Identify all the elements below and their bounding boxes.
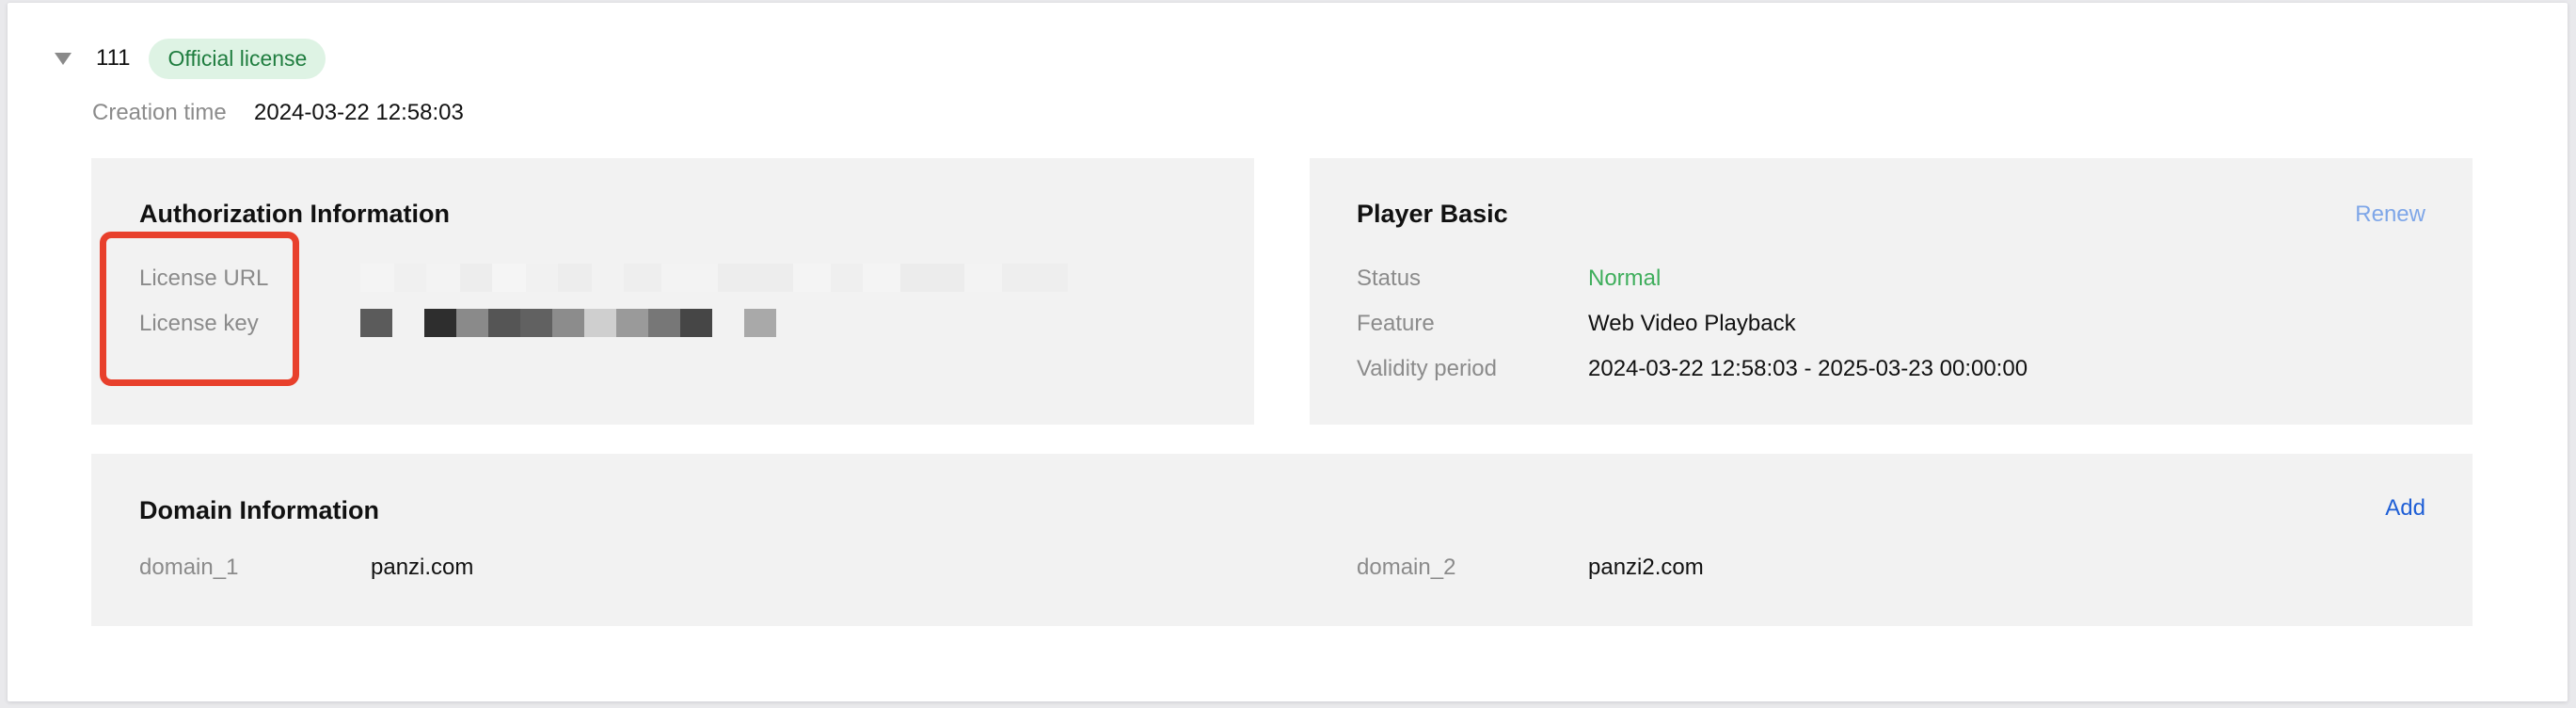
feature-label: Feature bbox=[1357, 311, 1435, 336]
license-url-obscured-value bbox=[360, 264, 1068, 292]
player-basic-panel: Player Basic Renew Status Normal Feature… bbox=[1310, 158, 2473, 425]
add-domain-link[interactable]: Add bbox=[2385, 495, 2425, 522]
status-value: Normal bbox=[1588, 266, 1662, 291]
domain-2-value: panzi2.com bbox=[1588, 555, 1704, 580]
creation-time-value: 2024-03-22 12:58:03 bbox=[254, 100, 464, 125]
feature-value: Web Video Playback bbox=[1588, 311, 1796, 336]
player-basic-title: Player Basic bbox=[1357, 200, 1508, 228]
domain-information-title: Domain Information bbox=[139, 496, 379, 524]
license-name: 111 bbox=[96, 45, 131, 71]
license-header: 111 Official license bbox=[55, 38, 326, 79]
creation-time-row: Creation time 2024-03-22 12:58:03 bbox=[92, 100, 464, 126]
renew-link[interactable]: Renew bbox=[2355, 201, 2425, 228]
creation-time-label: Creation time bbox=[92, 100, 227, 125]
license-type-badge: Official license bbox=[149, 38, 326, 79]
highlight-annotation-box bbox=[100, 232, 299, 386]
domain-information-panel: Domain Information Add domain_1 panzi.co… bbox=[91, 454, 2473, 626]
authorization-title: Authorization Information bbox=[139, 200, 450, 228]
domain-1-label: domain_1 bbox=[139, 555, 239, 580]
domain-1-value: panzi.com bbox=[371, 555, 474, 580]
license-key-obscured-value bbox=[360, 309, 776, 337]
status-label: Status bbox=[1357, 266, 1422, 291]
validity-period-label: Validity period bbox=[1357, 356, 1497, 381]
validity-period-value: 2024-03-22 12:58:03 - 2025-03-23 00:00:0… bbox=[1588, 356, 2028, 381]
collapse-caret-icon[interactable] bbox=[55, 52, 72, 65]
domain-2-label: domain_2 bbox=[1357, 555, 1456, 580]
